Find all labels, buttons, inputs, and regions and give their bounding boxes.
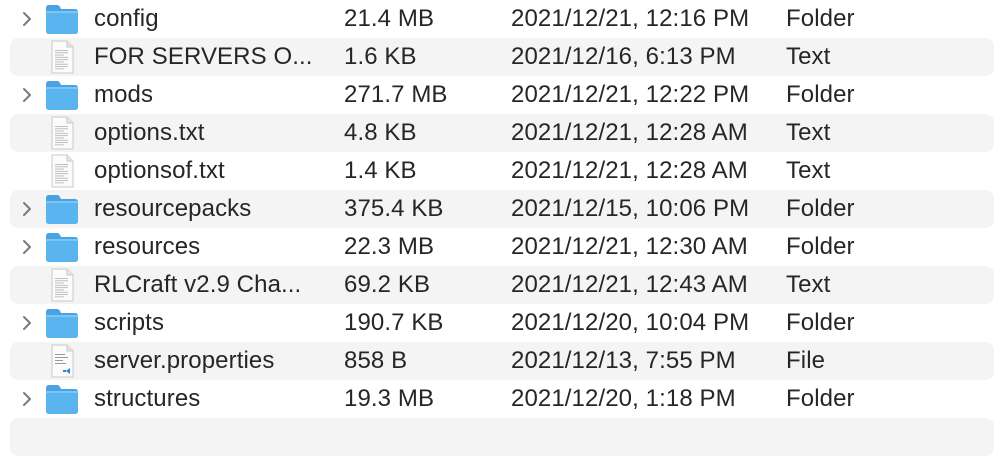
- file-size: 19.3 MB: [344, 385, 435, 412]
- disclosure-chevron-icon[interactable]: [20, 10, 34, 28]
- file-row-options-txt[interactable]: options.txt 4.8 KB 2021/12/21, 12:28 AM Tex…: [10, 114, 994, 152]
- file-kind: Text: [786, 157, 831, 184]
- file-row-server-properties[interactable]: server.properties 858 B 2021/12/13, 7:55 P…: [10, 342, 994, 380]
- file-row-structures[interactable]: structures 19.3 MB 2021/12/20, 1:18 PM Fold…: [10, 380, 994, 418]
- file-name: resourcepacks: [94, 195, 252, 222]
- disclosure-chevron-icon[interactable]: [20, 390, 34, 408]
- text-document-icon: [44, 116, 80, 150]
- file-kind: Folder: [786, 5, 855, 32]
- file-row-resources[interactable]: resources 22.3 MB 2021/12/21, 12:30 AM Fold…: [10, 228, 994, 266]
- file-row-rlcraft-v2-9-cha[interactable]: RLCraft v2.9 Cha... 69.2 KB 2021/12/21, 12…: [10, 266, 994, 304]
- file-size: 1.6 KB: [344, 43, 417, 70]
- file-date-modified: 2021/12/21, 12:43 AM: [511, 271, 748, 298]
- file-size: 69.2 KB: [344, 271, 431, 298]
- file-kind: Folder: [786, 81, 855, 108]
- file-size: 4.8 KB: [344, 119, 417, 146]
- file-name: server.properties: [94, 347, 275, 374]
- file-date-modified: 2021/12/15, 10:06 PM: [511, 195, 750, 222]
- disclosure-chevron-icon[interactable]: [20, 200, 34, 218]
- file-name: scripts: [94, 309, 165, 336]
- file-size: 190.7 KB: [344, 309, 444, 336]
- file-kind: Text: [786, 271, 831, 298]
- file-size: 375.4 KB: [344, 195, 444, 222]
- file-size: 22.3 MB: [344, 233, 435, 260]
- empty-row: [10, 418, 994, 456]
- file-row-config[interactable]: config 21.4 MB 2021/12/21, 12:16 PM Folder: [10, 0, 994, 38]
- file-name: options.txt: [94, 119, 205, 146]
- folder-icon: [44, 78, 80, 112]
- file-row-resourcepacks[interactable]: resourcepacks 375.4 KB 2021/12/15, 10:06 P…: [10, 190, 994, 228]
- file-name: structures: [94, 385, 201, 412]
- file-date-modified: 2021/12/20, 1:18 PM: [511, 385, 736, 412]
- text-document-icon: [44, 40, 80, 74]
- folder-icon: [44, 2, 80, 36]
- file-size: 858 B: [344, 347, 408, 374]
- properties-file-icon: [44, 344, 80, 378]
- disclosure-chevron-icon[interactable]: [20, 314, 34, 332]
- file-size: 21.4 MB: [344, 5, 435, 32]
- file-row-mods[interactable]: mods 271.7 MB 2021/12/21, 12:22 PM Folder: [10, 76, 994, 114]
- file-kind: Folder: [786, 233, 855, 260]
- file-name: FOR SERVERS O...: [94, 43, 313, 70]
- file-date-modified: 2021/12/21, 12:22 PM: [511, 81, 750, 108]
- disclosure-chevron-icon[interactable]: [20, 238, 34, 256]
- file-row-for-servers-o[interactable]: FOR SERVERS O... 1.6 KB 2021/12/16, 6:13 P…: [10, 38, 994, 76]
- file-size: 271.7 MB: [344, 81, 448, 108]
- file-name: config: [94, 5, 159, 32]
- folder-icon: [44, 382, 80, 416]
- disclosure-chevron-icon[interactable]: [20, 86, 34, 104]
- file-date-modified: 2021/12/21, 12:28 AM: [511, 157, 748, 184]
- file-list: config 21.4 MB 2021/12/21, 12:16 PM Folder F…: [0, 0, 1006, 456]
- file-row-optionsof-txt[interactable]: optionsof.txt 1.4 KB 2021/12/21, 12:28 AM T…: [10, 152, 994, 190]
- text-document-icon: [44, 154, 80, 188]
- file-name: RLCraft v2.9 Cha...: [94, 271, 302, 298]
- file-kind: Folder: [786, 195, 855, 222]
- file-date-modified: 2021/12/16, 6:13 PM: [511, 43, 736, 70]
- file-kind: File: [786, 347, 826, 374]
- file-kind: Folder: [786, 385, 855, 412]
- file-date-modified: 2021/12/20, 10:04 PM: [511, 309, 750, 336]
- file-name: resources: [94, 233, 201, 260]
- file-date-modified: 2021/12/21, 12:30 AM: [511, 233, 748, 260]
- file-date-modified: 2021/12/21, 12:28 AM: [511, 119, 748, 146]
- file-date-modified: 2021/12/21, 12:16 PM: [511, 5, 750, 32]
- file-row-scripts[interactable]: scripts 190.7 KB 2021/12/20, 10:04 PM Folde…: [10, 304, 994, 342]
- file-kind: Folder: [786, 309, 855, 336]
- folder-icon: [44, 192, 80, 226]
- file-size: 1.4 KB: [344, 157, 417, 184]
- file-kind: Text: [786, 119, 831, 146]
- file-date-modified: 2021/12/13, 7:55 PM: [511, 347, 736, 374]
- folder-icon: [44, 230, 80, 264]
- folder-icon: [44, 306, 80, 340]
- text-document-icon: [44, 268, 80, 302]
- file-kind: Text: [786, 43, 831, 70]
- file-name: optionsof.txt: [94, 157, 225, 184]
- file-name: mods: [94, 81, 154, 108]
